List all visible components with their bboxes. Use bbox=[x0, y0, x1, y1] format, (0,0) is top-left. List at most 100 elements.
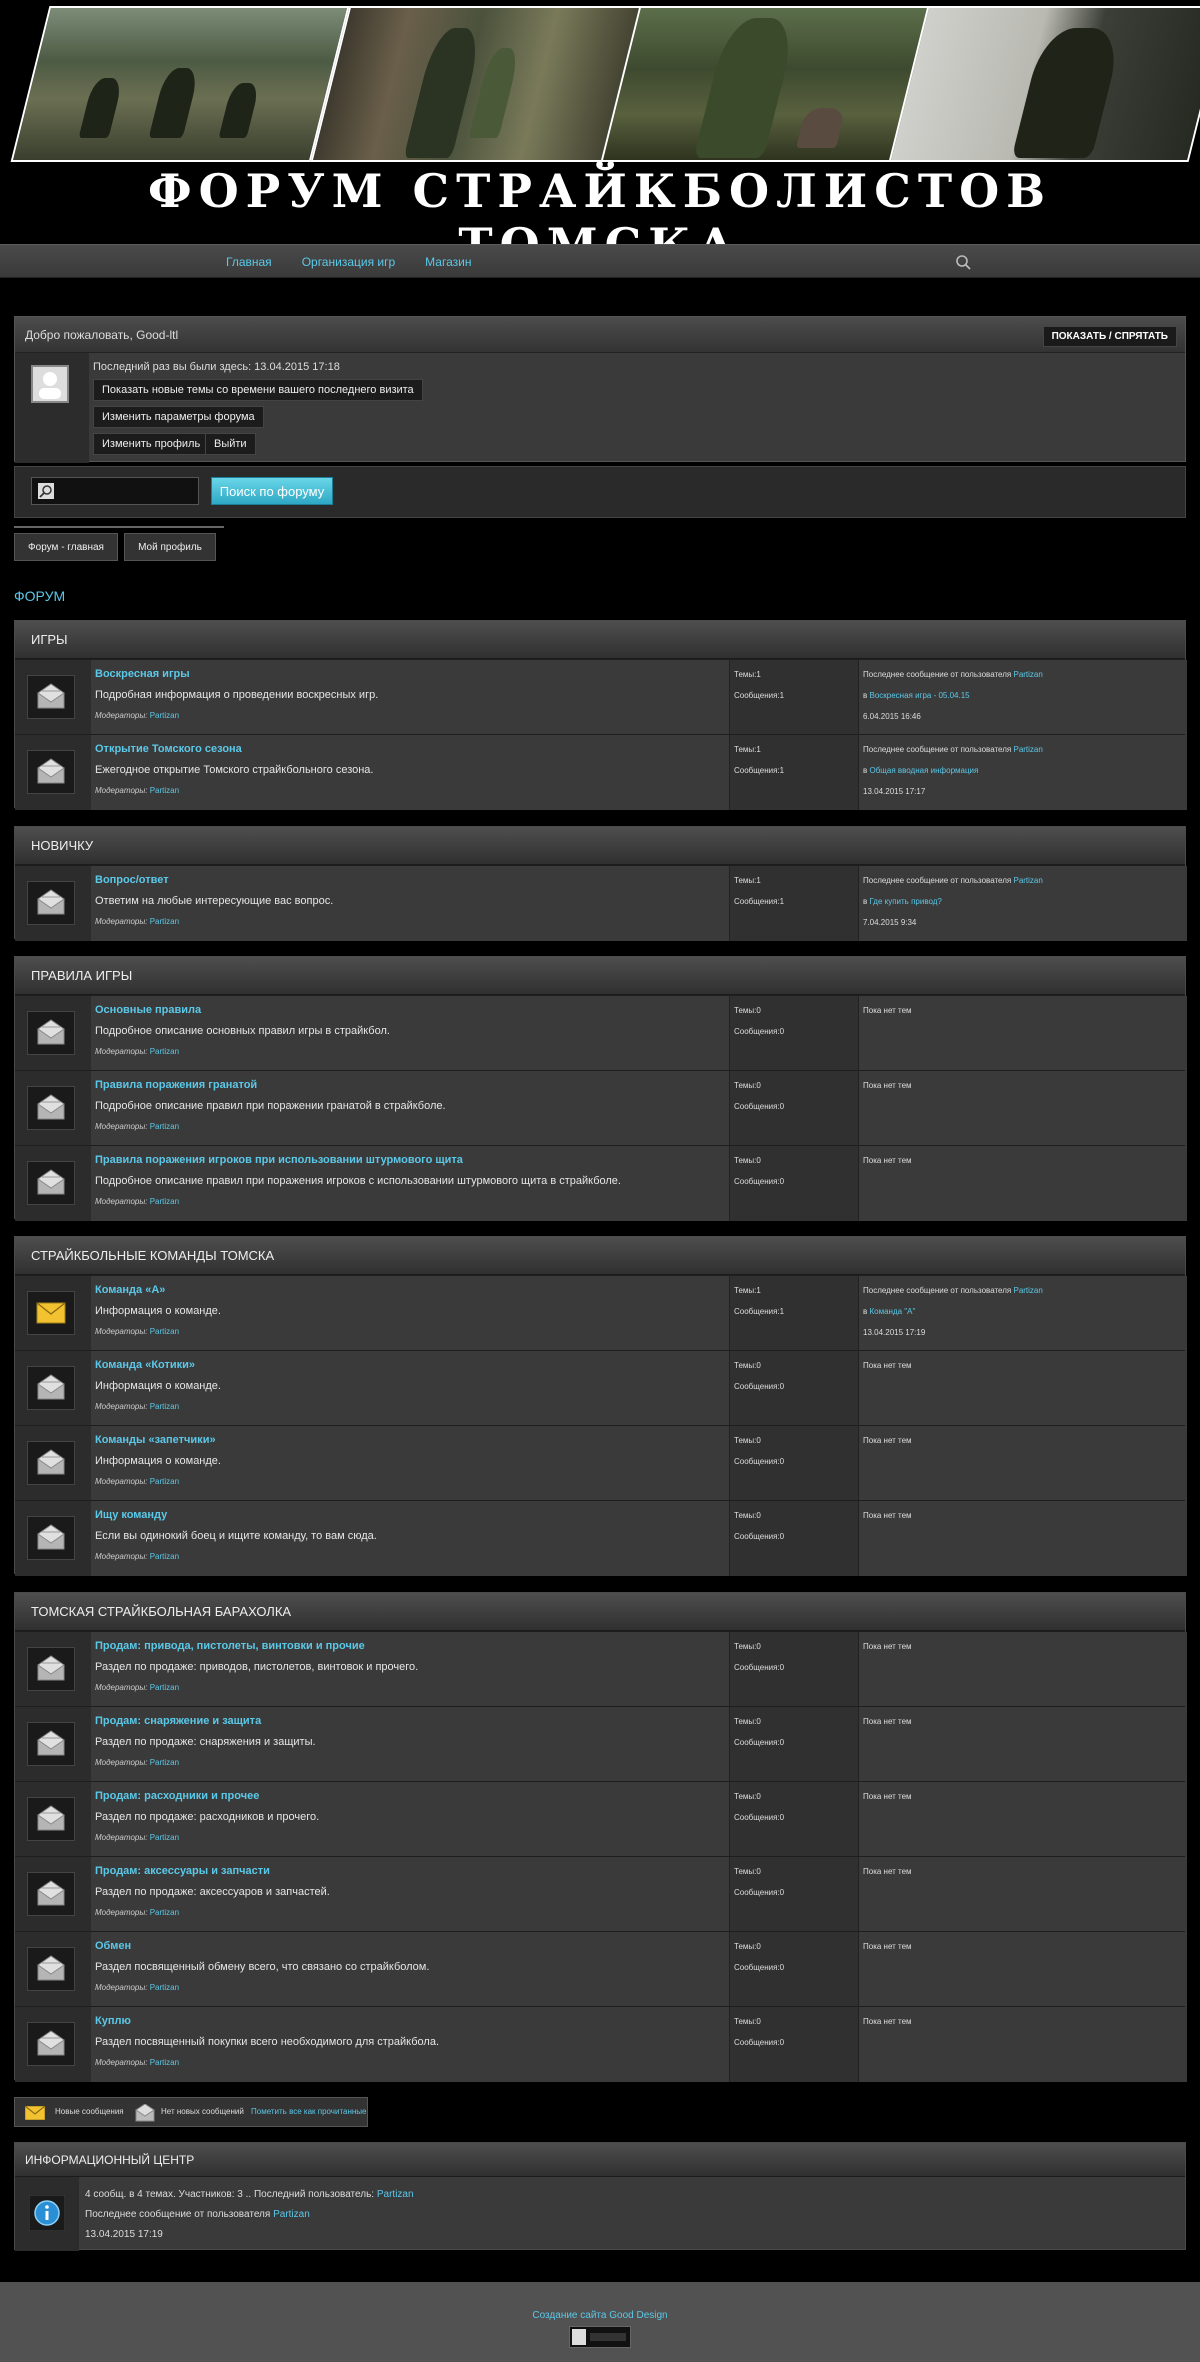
forum-search-button[interactable]: Поиск по форуму bbox=[211, 477, 333, 505]
nav-home[interactable]: Главная bbox=[226, 255, 272, 269]
last-post-user-link[interactable]: Partizan bbox=[1013, 670, 1042, 679]
forum-title-link[interactable]: Ищу команду bbox=[95, 1509, 167, 1521]
forum-moderators: Модераторы: Partizan bbox=[95, 1402, 179, 1411]
forum-icon-cell bbox=[15, 660, 91, 735]
moderator-link[interactable]: Partizan bbox=[150, 1983, 179, 1992]
forum-description: Подробное описание основных правил игры … bbox=[95, 1025, 390, 1037]
footer-badge[interactable] bbox=[569, 2326, 631, 2348]
moderator-link[interactable]: Partizan bbox=[150, 1908, 179, 1917]
info-center: ИНФОРМАЦИОННЫЙ ЦЕНТР 4 сообщ. в 4 темах.… bbox=[14, 2142, 1186, 2251]
forum-title-link[interactable]: Вопрос/ответ bbox=[95, 874, 169, 886]
info-last-user-link[interactable]: Partizan bbox=[377, 2189, 414, 2200]
info-last-post-text: Последнее сообщение от пользователя bbox=[85, 2209, 271, 2220]
forum-title-link[interactable]: Команда «Котики» bbox=[95, 1359, 195, 1371]
forum-breadcrumb[interactable]: ФОРУМ bbox=[14, 588, 65, 604]
moderator-link[interactable]: Partizan bbox=[150, 1197, 179, 1206]
last-post-topic-link[interactable]: Команда "А" bbox=[869, 1307, 915, 1316]
forum-title-link[interactable]: Команда «А» bbox=[95, 1284, 165, 1296]
forum-row: Правила поражения гранатой Подробное опис… bbox=[15, 1070, 1187, 1146]
forum-status-icon bbox=[27, 1441, 75, 1485]
forum-title-link[interactable]: Продам: аксессуары и запчасти bbox=[95, 1865, 270, 1877]
forum-title-link[interactable]: Куплю bbox=[95, 2015, 131, 2027]
last-post-user-link[interactable]: Partizan bbox=[1013, 1286, 1042, 1295]
search-icon[interactable] bbox=[955, 254, 971, 270]
forum-title-link[interactable]: Открытие Томского сезона bbox=[95, 743, 242, 755]
forum-title-link[interactable]: Обмен bbox=[95, 1940, 131, 1952]
forum-title-link[interactable]: Основные правила bbox=[95, 1004, 201, 1016]
moderator-link[interactable]: Partizan bbox=[150, 1122, 179, 1131]
no-new-messages-icon bbox=[135, 2104, 155, 2122]
last-post-in: в bbox=[863, 1307, 868, 1316]
forum-title-link[interactable]: Воскресная игры bbox=[95, 668, 190, 680]
toggle-button[interactable]: ПОКАЗАТЬ / СПРЯТАТЬ bbox=[1042, 326, 1177, 347]
moderator-link[interactable]: Partizan bbox=[150, 1758, 179, 1767]
search-input[interactable] bbox=[31, 477, 199, 505]
forum-info: Продам: расходники и прочее Раздел по про… bbox=[91, 1782, 729, 1857]
moderator-link[interactable]: Partizan bbox=[150, 1402, 179, 1411]
moderator-link[interactable]: Partizan bbox=[150, 1833, 179, 1842]
last-post-topic-link[interactable]: Где купить привод? bbox=[869, 897, 941, 906]
forum-moderators: Модераторы: Partizan bbox=[95, 1908, 179, 1917]
posts-count: Сообщения:0 bbox=[734, 1027, 785, 1036]
no-topics-text: Пока нет тем bbox=[863, 1436, 912, 1445]
moderator-link[interactable]: Partizan bbox=[150, 2058, 179, 2067]
forum-info: Правила поражения гранатой Подробное опис… bbox=[91, 1071, 729, 1146]
category-title[interactable]: ИГРЫ bbox=[15, 621, 1185, 659]
footer-credit-link[interactable]: Создание сайта Good Design bbox=[0, 2310, 1200, 2321]
forum-title-link[interactable]: Продам: снаряжение и защита bbox=[95, 1715, 261, 1727]
last-visit: Последний раз вы были здесь: 13.04.2015 … bbox=[93, 361, 340, 373]
last-post-topic-link[interactable]: Общая вводная информация bbox=[869, 766, 978, 775]
forum-moderators: Модераторы: Partizan bbox=[95, 1758, 179, 1767]
forum-title-link[interactable]: Команды «запетчики» bbox=[95, 1434, 216, 1446]
forum-status-icon bbox=[27, 1086, 75, 1130]
category-title[interactable]: НОВИЧКУ bbox=[15, 827, 1185, 865]
category-title[interactable]: ТОМСКАЯ СТРАЙКБОЛЬНАЯ БАРАХОЛКА bbox=[15, 1593, 1185, 1631]
info-last-post-user-link[interactable]: Partizan bbox=[273, 2209, 310, 2220]
category: НОВИЧКУ Вопрос/ответ Ответим на любые инте… bbox=[14, 826, 1187, 941]
category-title[interactable]: ПРАВИЛА ИГРЫ bbox=[15, 957, 1185, 995]
category-title[interactable]: СТРАЙКБОЛЬНЫЕ КОМАНДЫ ТОМСКА bbox=[15, 1237, 1185, 1275]
moderators-label: Модераторы: bbox=[95, 786, 148, 795]
edit-profile-button[interactable]: Изменить профиль bbox=[93, 433, 210, 455]
last-post-user-link[interactable]: Partizan bbox=[1013, 876, 1042, 885]
moderator-link[interactable]: Partizan bbox=[150, 917, 179, 926]
forum-info: Воскресная игры Подробная информация о пр… bbox=[91, 660, 729, 735]
forum-title-link[interactable]: Продам: расходники и прочее bbox=[95, 1790, 259, 1802]
forum-title-link[interactable]: Продам: привода, пистолеты, винтовки и п… bbox=[95, 1640, 365, 1652]
banner-photo-1 bbox=[10, 6, 350, 162]
forum-settings-button[interactable]: Изменить параметры форума bbox=[93, 406, 264, 428]
tab-my-profile[interactable]: Мой профиль bbox=[124, 533, 216, 561]
forum-last-post: Пока нет тем bbox=[859, 1632, 1187, 1707]
forum-last-post: Последнее сообщение от пользователя Part… bbox=[859, 866, 1187, 941]
moderator-link[interactable]: Partizan bbox=[150, 1683, 179, 1692]
nav-shop[interactable]: Магазин bbox=[425, 255, 471, 269]
moderator-link[interactable]: Partizan bbox=[150, 1047, 179, 1056]
forum-title-link[interactable]: Правила поражения игроков при использова… bbox=[95, 1154, 463, 1166]
nav-games[interactable]: Организация игр bbox=[302, 255, 395, 269]
forum-moderators: Модераторы: Partizan bbox=[95, 711, 179, 720]
forum-status-icon bbox=[27, 1161, 75, 1205]
mark-all-read-link[interactable]: Пометить все как прочитанные bbox=[251, 2107, 367, 2116]
show-new-topics-button[interactable]: Показать новые темы со времени вашего по… bbox=[93, 379, 423, 401]
last-post-topic-link[interactable]: Воскресная игра - 05.04.15 bbox=[869, 691, 969, 700]
topics-count: Темы:0 bbox=[734, 1436, 761, 1445]
topics-count: Темы:0 bbox=[734, 1006, 761, 1015]
last-post-user-link[interactable]: Partizan bbox=[1013, 745, 1042, 754]
posts-count: Сообщения:1 bbox=[734, 691, 785, 700]
moderator-link[interactable]: Partizan bbox=[150, 786, 179, 795]
forum-last-post: Последнее сообщение от пользователя Part… bbox=[859, 660, 1187, 735]
last-post-date: 13.04.2015 17:19 bbox=[863, 1328, 926, 1337]
moderator-link[interactable]: Partizan bbox=[150, 1477, 179, 1486]
moderator-link[interactable]: Partizan bbox=[150, 711, 179, 720]
navbar: Главная Организация игр Магазин bbox=[0, 244, 1200, 278]
last-post-label: Последнее сообщение от пользователя bbox=[863, 670, 1012, 679]
forum-title-link[interactable]: Правила поражения гранатой bbox=[95, 1079, 257, 1091]
last-post-topic: в Где купить привод? bbox=[863, 897, 942, 906]
forum-row: Куплю Раздел посвященный покупки всего не… bbox=[15, 2006, 1187, 2082]
moderator-link[interactable]: Partizan bbox=[150, 1327, 179, 1336]
moderator-link[interactable]: Partizan bbox=[150, 1552, 179, 1561]
forum-stats: Темы:0 Сообщения:0 bbox=[729, 1071, 859, 1146]
forum-status-icon bbox=[27, 2022, 75, 2066]
tab-forum-home[interactable]: Форум - главная bbox=[14, 533, 118, 561]
logout-button[interactable]: Выйти bbox=[205, 433, 256, 455]
